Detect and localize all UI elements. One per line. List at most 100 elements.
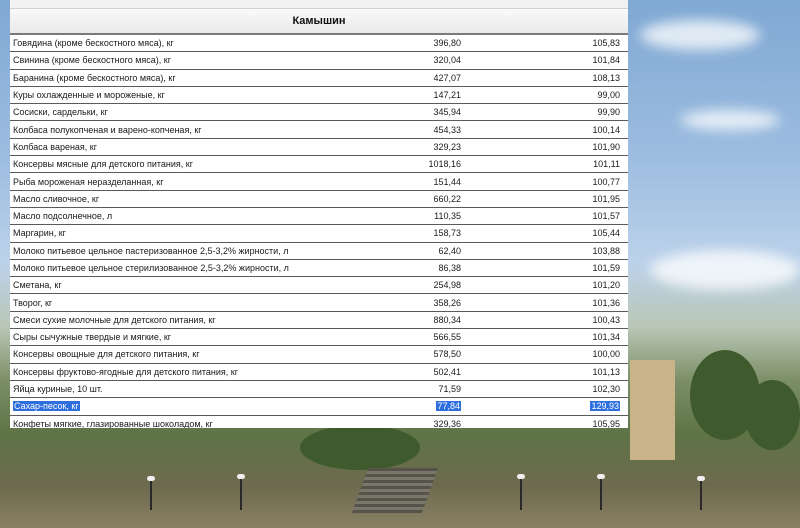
product-name-cell: Конфеты мягкие, глазированные шоколадом,… bbox=[10, 415, 357, 428]
price-index-cell: 101,59 bbox=[461, 259, 628, 278]
price-cell-text: 454,33 bbox=[433, 124, 461, 135]
product-name-cell: Колбаса полукопченая и варено-копченая, … bbox=[10, 120, 357, 139]
price-index-cell: 101,84 bbox=[461, 51, 628, 70]
table-row[interactable]: Куры охлажденные и мороженые, кг 147,21 99… bbox=[10, 86, 628, 105]
tree bbox=[300, 425, 420, 470]
product-name-cell: Масло подсолнечное, л bbox=[10, 207, 357, 226]
street-lamp bbox=[517, 474, 525, 510]
product-name-cell-text: Маргарин, кг bbox=[13, 228, 66, 239]
price-index-cell: 105,83 bbox=[461, 35, 628, 53]
table-row[interactable]: Конфеты мягкие, глазированные шоколадом,… bbox=[10, 415, 628, 428]
product-name-cell-text: Куры охлажденные и мороженые, кг bbox=[13, 90, 165, 101]
price-index-cell-text: 99,00 bbox=[597, 90, 620, 101]
table-row[interactable]: Консервы мясные для детского питания, кг… bbox=[10, 155, 628, 174]
product-name-cell: Смеси сухие молочные для детского питани… bbox=[10, 311, 357, 330]
table-row[interactable]: Рыба мороженая неразделанная, кг 151,44 10… bbox=[10, 172, 628, 191]
price-cell: 454,33 bbox=[357, 120, 461, 139]
price-index-cell-text: 100,00 bbox=[592, 349, 620, 360]
tree bbox=[745, 380, 800, 450]
price-cell: 502,41 bbox=[357, 363, 461, 381]
price-cell: 345,94 bbox=[357, 103, 461, 122]
price-index-cell: 102,30 bbox=[461, 380, 628, 399]
price-cell-text: 345,94 bbox=[433, 107, 461, 118]
product-name-cell-text: Творог, кг bbox=[13, 297, 53, 308]
price-cell: 566,55 bbox=[357, 328, 461, 347]
table-row[interactable]: Творог, кг 358,26 101,36 bbox=[10, 293, 628, 312]
price-index-cell: 101,13 bbox=[461, 363, 628, 381]
price-cell: 71,59 bbox=[357, 380, 461, 399]
table-row[interactable]: Консервы овощные для детского питания, к… bbox=[10, 345, 628, 364]
price-cell: 158,73 bbox=[357, 224, 461, 243]
price-index-cell: 101,34 bbox=[461, 328, 628, 347]
price-cell: 151,44 bbox=[357, 172, 461, 191]
table-row[interactable]: Говядина (кроме бескостного мяса), кг 396… bbox=[10, 35, 628, 53]
price-index-cell: 101,57 bbox=[461, 207, 628, 226]
table-row[interactable]: Колбаса полукопченая и варено-копченая, … bbox=[10, 120, 628, 139]
table-row[interactable]: Яйца куриные, 10 шт. 71,59 102,30 bbox=[10, 380, 628, 399]
price-index-cell: 100,43 bbox=[461, 311, 628, 330]
price-index-cell-text: 100,43 bbox=[592, 314, 620, 325]
price-cell: 86,38 bbox=[357, 259, 461, 278]
product-name-cell: Сыры сычужные твердые и мягкие, кг bbox=[10, 328, 357, 347]
table-row[interactable]: Свинина (кроме бескостного мяса), кг 320,… bbox=[10, 51, 628, 70]
table-row[interactable]: Сосиски, сардельки, кг 345,94 99,90 bbox=[10, 103, 628, 122]
price-cell: 254,98 bbox=[357, 276, 461, 295]
table-row[interactable]: Смеси сухие молочные для детского питани… bbox=[10, 311, 628, 330]
price-cell-text: 147,21 bbox=[433, 90, 461, 101]
product-name-cell-text: Консервы мясные для детского питания, кг bbox=[13, 159, 193, 170]
table-row[interactable]: Колбаса вареная, кг 329,23 101,90 bbox=[10, 138, 628, 157]
price-cell-text: 329,36 bbox=[433, 418, 461, 428]
price-index-cell-text: 105,44 bbox=[592, 228, 620, 239]
table-row[interactable]: Масло сливочное, кг 660,22 101,95 bbox=[10, 190, 628, 208]
price-cell: 578,50 bbox=[357, 345, 461, 364]
price-cell-text: 158,73 bbox=[433, 228, 461, 239]
price-index-cell-text: 101,20 bbox=[592, 280, 620, 291]
price-cell-text: 358,26 bbox=[433, 297, 461, 308]
price-cell-text: 71,59 bbox=[438, 384, 461, 395]
table-row[interactable]: Маргарин, кг 158,73 105,44 bbox=[10, 224, 628, 243]
product-name-cell: Сосиски, сардельки, кг bbox=[10, 103, 357, 122]
building bbox=[630, 360, 675, 460]
product-name-cell-text: Сметана, кг bbox=[13, 280, 62, 291]
table-row[interactable]: Сыры сычужные твердые и мягкие, кг 566,55… bbox=[10, 328, 628, 347]
price-cell-text: 396,80 bbox=[433, 38, 461, 49]
price-cell-text: 86,38 bbox=[438, 263, 461, 273]
price-index-cell: 108,13 bbox=[461, 69, 628, 87]
price-index-cell: 101,36 bbox=[461, 293, 628, 312]
product-name-cell-text: Конфеты мягкие, глазированные шоколадом,… bbox=[13, 418, 213, 428]
table-row[interactable]: Сметана, кг 254,98 101,20 bbox=[10, 276, 628, 295]
price-index-cell-text: 101,57 bbox=[592, 211, 620, 222]
price-index-cell-text: 101,90 bbox=[592, 141, 620, 152]
product-name-cell-text: Консервы фруктово-ягодные для детского п… bbox=[13, 366, 239, 377]
price-cell: 427,07 bbox=[357, 69, 461, 87]
table-row[interactable]: Консервы фруктово-ягодные для детского п… bbox=[10, 363, 628, 381]
product-name-cell-text: Говядина (кроме бескостного мяса), кг bbox=[13, 38, 174, 49]
price-index-cell: 129,93 bbox=[461, 397, 628, 416]
price-cell: 110,35 bbox=[357, 207, 461, 226]
product-name-cell: Консервы мясные для детского питания, кг bbox=[10, 155, 357, 174]
street-lamp bbox=[597, 474, 605, 510]
price-cell-text: 329,23 bbox=[433, 141, 461, 152]
price-index-cell-text: 101,84 bbox=[592, 55, 620, 66]
product-name-cell-text: Масло подсолнечное, л bbox=[13, 211, 113, 222]
table-row[interactable]: Баранина (кроме бескостного мяса), кг 427… bbox=[10, 69, 628, 87]
price-cell-text: 320,04 bbox=[433, 55, 461, 66]
price-index-cell: 105,95 bbox=[461, 415, 628, 428]
price-table: Говядина (кроме бескостного мяса), кг 396… bbox=[10, 35, 628, 428]
price-cell-text: 62,40 bbox=[438, 245, 461, 256]
price-index-cell: 99,90 bbox=[461, 103, 628, 122]
price-cell-text: 566,55 bbox=[433, 332, 461, 343]
table-row[interactable]: Масло подсолнечное, л 110,35 101,57 bbox=[10, 207, 628, 226]
product-name-cell-text: Молоко питьевое цельное стерилизованное … bbox=[13, 263, 289, 273]
price-index-cell: 101,95 bbox=[461, 190, 628, 208]
table-row[interactable]: Молоко питьевое цельное стерилизованное … bbox=[10, 259, 628, 278]
product-name-cell-text: Колбаса полукопченая и варено-копченая, … bbox=[13, 124, 202, 135]
product-name-cell-text: Сыры сычужные твердые и мягкие, кг bbox=[13, 332, 172, 343]
product-name-cell: Куры охлажденные и мороженые, кг bbox=[10, 86, 357, 105]
price-cell-text: 1018,16 bbox=[428, 159, 461, 170]
price-cell-text: 502,41 bbox=[433, 366, 461, 377]
table-row[interactable]: Молоко питьевое цельное пастеризованное … bbox=[10, 242, 628, 260]
price-index-cell: 100,00 bbox=[461, 345, 628, 364]
table-row[interactable]: Сахар-песок, кг 77,84 129,93 bbox=[10, 397, 628, 416]
price-index-cell: 103,88 bbox=[461, 242, 628, 260]
